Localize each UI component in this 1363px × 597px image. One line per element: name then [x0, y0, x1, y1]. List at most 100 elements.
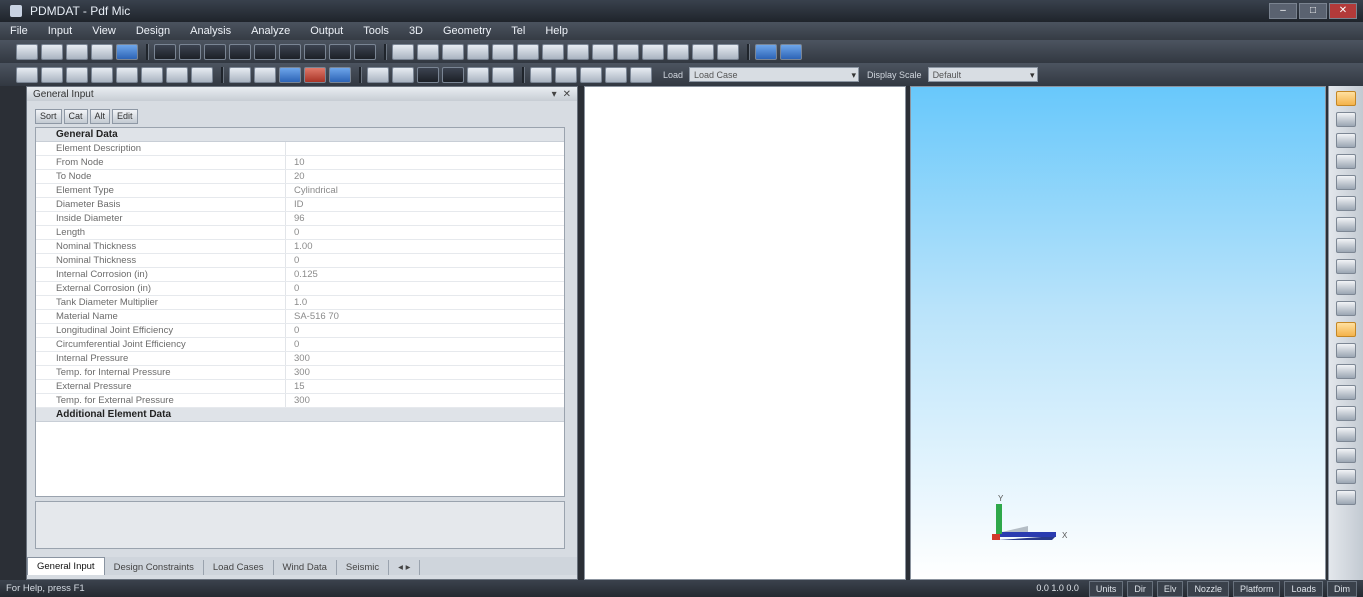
- element-numbers-icon[interactable]: [392, 66, 414, 83]
- property-value[interactable]: [286, 142, 294, 155]
- tubesheet-icon[interactable]: [354, 43, 376, 60]
- maximize-button[interactable]: □: [1299, 3, 1327, 19]
- property-row[interactable]: Internal Corrosion (in) 0.125: [36, 268, 564, 282]
- flange-element-icon[interactable]: [229, 43, 251, 60]
- lining-icon[interactable]: [567, 43, 589, 60]
- property-row[interactable]: Inside Diameter 96: [36, 212, 564, 226]
- menu-design[interactable]: Design: [126, 22, 180, 40]
- menu-analysis[interactable]: Analysis: [180, 22, 241, 40]
- wireframe-icon[interactable]: [229, 66, 251, 83]
- property-value[interactable]: 10: [286, 156, 305, 169]
- property-value[interactable]: 300: [286, 352, 310, 365]
- property-row[interactable]: Nominal Thickness 0: [36, 254, 564, 268]
- zoom-icon[interactable]: [16, 66, 38, 83]
- menu-tools[interactable]: Tools: [353, 22, 399, 40]
- property-row[interactable]: Longitudinal Joint Efficiency 0: [36, 324, 564, 338]
- close-icon[interactable]: ✕: [563, 89, 571, 100]
- chart-icon[interactable]: [442, 66, 464, 83]
- top-view-icon[interactable]: [141, 66, 163, 83]
- head-icon[interactable]: [1336, 133, 1356, 148]
- property-row[interactable]: Circumferential Joint Efficiency 0: [36, 338, 564, 352]
- tab-seismic[interactable]: Seismic: [337, 560, 390, 575]
- node-numbers-icon[interactable]: [367, 66, 389, 83]
- insulation-icon[interactable]: [542, 43, 564, 60]
- status-platform[interactable]: Platform: [1232, 581, 1281, 597]
- weight-icon[interactable]: [417, 43, 439, 60]
- iso-view-icon[interactable]: [191, 66, 213, 83]
- close-window-button[interactable]: ✕: [1329, 3, 1357, 19]
- property-value[interactable]: 0.125: [286, 268, 318, 281]
- cone-icon[interactable]: [1336, 154, 1356, 169]
- insulation-icon[interactable]: [1336, 322, 1356, 337]
- minimize-button[interactable]: –: [1269, 3, 1297, 19]
- property-row[interactable]: Temp. for External Pressure 300: [36, 394, 564, 408]
- menu-analyze[interactable]: Analyze: [241, 22, 300, 40]
- ladder-icon[interactable]: [1336, 301, 1356, 316]
- property-row[interactable]: Temp. for Internal Pressure 300: [36, 366, 564, 380]
- alphabetical-button[interactable]: Alt: [89, 109, 111, 124]
- liquid-icon[interactable]: [1336, 343, 1356, 358]
- saddle-icon[interactable]: [1336, 448, 1356, 463]
- packing-icon[interactable]: [1336, 385, 1356, 400]
- halfpipe-icon[interactable]: [592, 43, 614, 60]
- property-group-header[interactable]: General Data: [36, 128, 564, 142]
- status-loads[interactable]: Loads: [1284, 581, 1323, 597]
- property-value[interactable]: 300: [286, 394, 310, 407]
- cone-element-icon[interactable]: [204, 43, 226, 60]
- property-row[interactable]: To Node 20: [36, 170, 564, 184]
- menu-3d[interactable]: 3D: [399, 22, 433, 40]
- side-view-icon[interactable]: [166, 66, 188, 83]
- property-value[interactable]: ID: [286, 198, 304, 211]
- liquid-icon[interactable]: [617, 43, 639, 60]
- menu-geometry[interactable]: Geometry: [433, 22, 501, 40]
- property-row[interactable]: Diameter Basis ID: [36, 198, 564, 212]
- status-units[interactable]: Units: [1088, 581, 1124, 597]
- properties-icon[interactable]: [630, 66, 652, 83]
- lug-icon[interactable]: [517, 43, 539, 60]
- shaded-icon[interactable]: [254, 66, 276, 83]
- basering-icon[interactable]: [1336, 490, 1356, 505]
- property-row[interactable]: Nominal Thickness 1.00: [36, 240, 564, 254]
- new-file-icon[interactable]: [16, 43, 38, 60]
- head-element-icon[interactable]: [179, 43, 201, 60]
- nozzle-icon[interactable]: [1336, 175, 1356, 190]
- rotate-icon[interactable]: [66, 66, 88, 83]
- ring-icon[interactable]: [1336, 217, 1356, 232]
- categorized-button[interactable]: Cat: [63, 109, 88, 124]
- output-report-icon[interactable]: [780, 43, 802, 60]
- legs-icon[interactable]: [1336, 427, 1356, 442]
- property-value[interactable]: Cylindrical: [286, 184, 338, 197]
- sort-button[interactable]: Sort: [35, 109, 62, 124]
- property-value[interactable]: 0: [286, 324, 299, 337]
- select-tool-icon[interactable]: [1336, 91, 1356, 106]
- property-row[interactable]: External Pressure 15: [36, 380, 564, 394]
- status-elv[interactable]: Elv: [1156, 581, 1184, 597]
- ring-icon[interactable]: [392, 43, 414, 60]
- property-row[interactable]: Material Name SA-516 70: [36, 310, 564, 324]
- insert-icon[interactable]: [605, 66, 627, 83]
- force-icon[interactable]: [1336, 259, 1356, 274]
- status-dim[interactable]: Dim: [1327, 581, 1357, 597]
- delete-icon[interactable]: [580, 66, 602, 83]
- open-folder-icon[interactable]: [41, 43, 63, 60]
- tab-general-input[interactable]: General Input: [27, 557, 105, 575]
- menu-help[interactable]: Help: [535, 22, 578, 40]
- render-icon[interactable]: [279, 66, 301, 83]
- halfpipe-icon[interactable]: [1336, 469, 1356, 484]
- cylinder-element-icon[interactable]: [154, 43, 176, 60]
- flange-icon[interactable]: [1336, 196, 1356, 211]
- property-value[interactable]: 0: [286, 254, 299, 267]
- property-row[interactable]: From Node 10: [36, 156, 564, 170]
- nozzle-element-icon[interactable]: [304, 43, 326, 60]
- tray-icon[interactable]: [1336, 364, 1356, 379]
- menu-tel[interactable]: Tel: [501, 22, 535, 40]
- color-icon[interactable]: [304, 66, 326, 83]
- property-row[interactable]: Internal Pressure 300: [36, 352, 564, 366]
- property-value[interactable]: SA-516 70: [286, 310, 339, 323]
- property-row[interactable]: Tank Diameter Multiplier 1.0: [36, 296, 564, 310]
- property-row[interactable]: External Corrosion (in) 0: [36, 282, 564, 296]
- menu-input[interactable]: Input: [38, 22, 82, 40]
- tab-wind-data[interactable]: Wind Data: [274, 560, 337, 575]
- saddle-icon[interactable]: [329, 43, 351, 60]
- 2d-view-pane[interactable]: [584, 86, 906, 580]
